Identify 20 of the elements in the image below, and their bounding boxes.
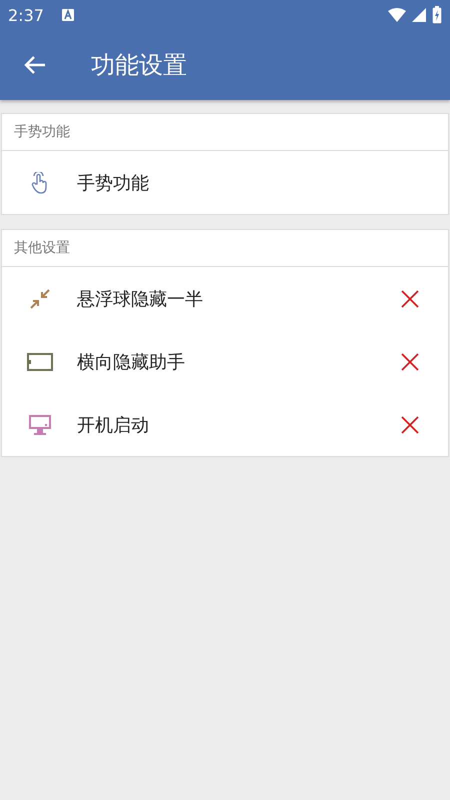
section-header: 手势功能	[14, 123, 70, 141]
shrink-arrows-icon	[28, 288, 50, 310]
setting-label[interactable]: 横向隐藏助手	[77, 350, 185, 374]
setting-label[interactable]: 开机启动	[77, 412, 149, 436]
wifi-icon	[388, 8, 406, 22]
app-notification-icon	[62, 9, 74, 21]
page-title: 功能设置	[91, 50, 187, 81]
status-time: 2:37	[8, 6, 44, 24]
monitor-icon	[28, 414, 52, 436]
close-icon[interactable]	[401, 290, 419, 308]
close-icon[interactable]	[401, 416, 419, 434]
signal-icon	[412, 8, 426, 22]
tablet-icon	[26, 352, 52, 370]
section-header: 其他设置	[14, 239, 70, 257]
setting-label[interactable]: 悬浮球隐藏一半	[77, 286, 203, 310]
setting-label[interactable]: 手势功能	[77, 170, 149, 194]
back-arrow-icon[interactable]	[24, 55, 46, 75]
pointing-hand-icon	[30, 172, 50, 194]
close-icon[interactable]	[401, 352, 419, 370]
battery-icon	[432, 6, 442, 24]
